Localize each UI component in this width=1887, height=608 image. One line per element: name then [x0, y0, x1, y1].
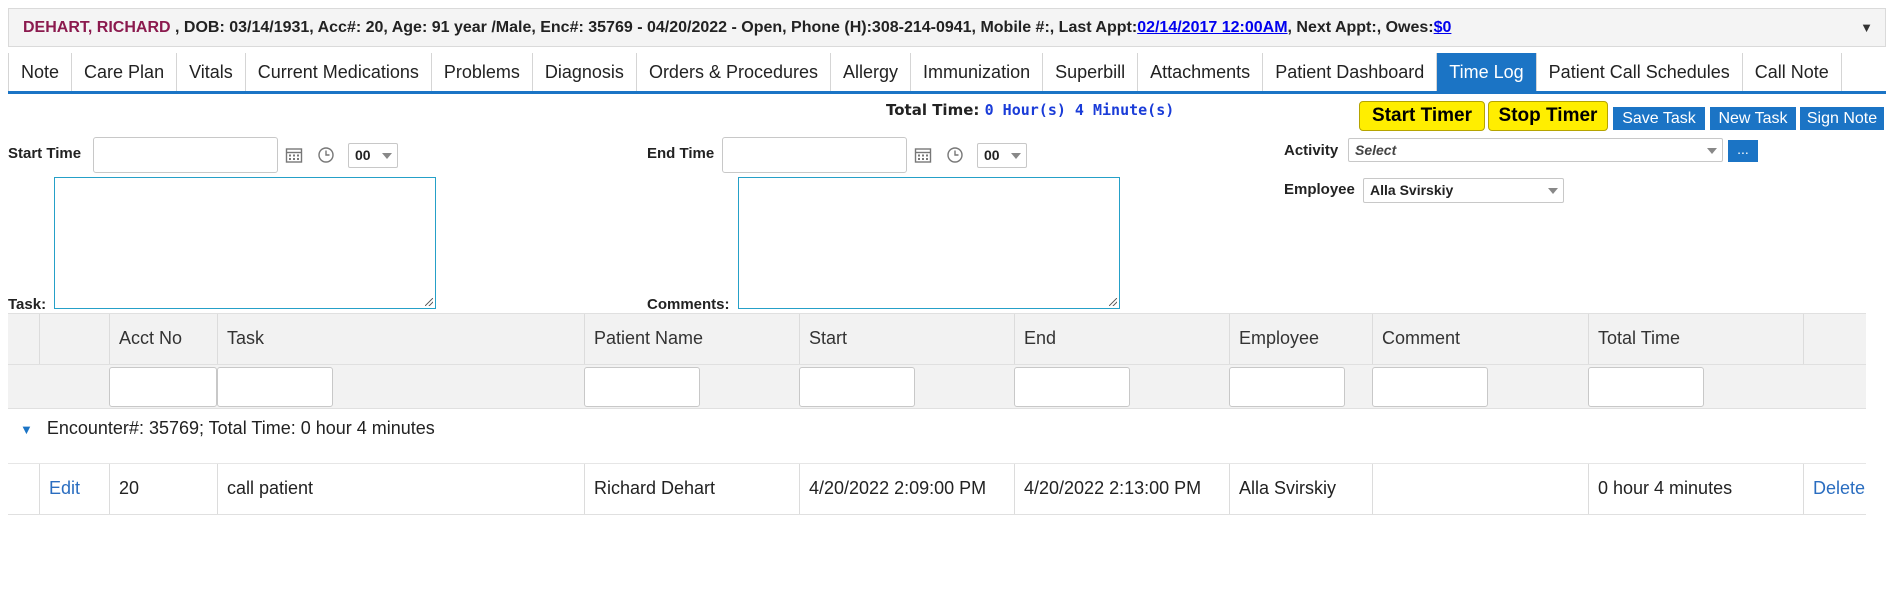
edit-link[interactable]: Edit — [39, 464, 109, 514]
cell-acct-no: 20 — [109, 464, 217, 514]
filter-task-input[interactable] — [217, 367, 333, 407]
start-timer-button[interactable]: Start Timer — [1359, 101, 1485, 131]
chevron-down-icon — [1548, 188, 1558, 194]
save-task-button[interactable]: Save Task — [1613, 107, 1705, 130]
patient-info-bar: DEHART, RICHARD , DOB: 03/14/1931, Acc#:… — [8, 8, 1886, 47]
table-row: Edit 20 call patient Richard Dehart 4/20… — [8, 463, 1866, 515]
patient-name: DEHART, RICHARD — [23, 19, 171, 36]
employee-select[interactable]: Alla Svirskiy — [1363, 178, 1564, 203]
patient-details: , DOB: 03/14/1931, Acc#: 20, Age: 91 yea… — [170, 19, 1138, 36]
cell-comment — [1372, 464, 1588, 514]
filter-comment-input[interactable] — [1372, 367, 1488, 407]
filter-acct-no-input[interactable] — [109, 367, 217, 407]
task-textarea[interactable] — [54, 177, 436, 309]
encounter-group-label: Encounter#: 35769; Total Time: 0 hour 4 … — [46, 418, 435, 438]
tab-call-note[interactable]: Call Note — [1743, 53, 1842, 91]
grid-header-spacer — [8, 314, 39, 364]
chevron-down-icon — [1011, 153, 1021, 159]
start-calendar-icon[interactable] — [285, 146, 303, 164]
end-time-input[interactable] — [722, 137, 907, 173]
edit-link-text[interactable]: Edit — [49, 478, 80, 498]
tab-time-log[interactable]: Time Log — [1437, 53, 1537, 91]
col-employee[interactable]: Employee — [1229, 314, 1372, 364]
sign-note-button[interactable]: Sign Note — [1800, 107, 1884, 130]
tab-bar: Note Care Plan Vitals Current Medication… — [8, 53, 1886, 94]
col-start[interactable]: Start — [799, 314, 1014, 364]
start-minute-value: 00 — [355, 147, 371, 163]
employee-label: Employee — [1284, 181, 1355, 198]
tab-vitals[interactable]: Vitals — [177, 53, 246, 91]
col-comment[interactable]: Comment — [1372, 314, 1588, 364]
chevron-down-icon — [382, 153, 392, 159]
total-time: Total Time: 0 Hour(s) 4 Minute(s) — [886, 101, 1174, 119]
grid-header: Acct No Task Patient Name Start End Empl… — [8, 313, 1866, 365]
tab-diagnosis[interactable]: Diagnosis — [533, 53, 637, 91]
activity-value: Select — [1355, 142, 1397, 158]
employee-value: Alla Svirskiy — [1370, 182, 1454, 198]
tab-current-medications[interactable]: Current Medications — [246, 53, 432, 91]
start-time-input[interactable] — [93, 137, 278, 173]
stop-timer-button[interactable]: Stop Timer — [1488, 101, 1608, 131]
time-log-grid: Acct No Task Patient Name Start End Empl… — [8, 313, 1866, 409]
task-label: Task: — [8, 296, 47, 313]
activity-label: Activity — [1284, 142, 1339, 159]
tab-problems[interactable]: Problems — [432, 53, 533, 91]
tab-allergy[interactable]: Allergy — [831, 53, 912, 91]
encounter-group-header[interactable]: ▼ Encounter#: 35769; Total Time: 0 hour 4… — [8, 418, 435, 439]
tab-care-plan[interactable]: Care Plan — [72, 53, 178, 91]
chevron-down-icon — [1707, 148, 1717, 154]
expand-caret-icon[interactable]: ▼ — [1860, 9, 1873, 47]
grid-filter-row — [8, 365, 1866, 409]
start-clock-icon[interactable] — [317, 146, 335, 164]
owes-link[interactable]: $0 — [1434, 19, 1452, 36]
tab-superbill[interactable]: Superbill — [1043, 53, 1139, 91]
col-total-time[interactable]: Total Time — [1588, 314, 1803, 364]
cell-patient-name: Richard Dehart — [584, 464, 799, 514]
filter-total-time-input[interactable] — [1588, 367, 1704, 407]
tab-attachments[interactable]: Attachments — [1138, 53, 1264, 91]
start-time-label: Start Time — [8, 145, 82, 162]
delete-link-text[interactable]: Delete — [1813, 478, 1865, 498]
filter-end-input[interactable] — [1014, 367, 1130, 407]
tab-note[interactable]: Note — [8, 53, 73, 91]
filter-patient-name-input[interactable] — [584, 367, 700, 407]
new-task-button[interactable]: New Task — [1710, 107, 1796, 130]
tab-immunization[interactable]: Immunization — [911, 53, 1044, 91]
tab-patient-call-schedules[interactable]: Patient Call Schedules — [1537, 53, 1743, 91]
tab-patient-dashboard[interactable]: Patient Dashboard — [1263, 53, 1438, 91]
col-patient-name[interactable]: Patient Name — [584, 314, 799, 364]
grid-header-edit-col — [39, 314, 109, 364]
last-appt-link[interactable]: 02/14/2017 12:00AM — [1137, 19, 1287, 36]
cell-total-time: 0 hour 4 minutes — [1588, 464, 1803, 514]
cell-employee: Alla Svirskiy — [1229, 464, 1372, 514]
cell-end: 4/20/2022 2:13:00 PM — [1014, 464, 1229, 514]
comments-textarea[interactable] — [738, 177, 1120, 309]
end-clock-icon[interactable] — [946, 146, 964, 164]
col-task[interactable]: Task — [217, 314, 584, 364]
delete-link[interactable]: Delete — [1803, 464, 1866, 514]
cell-task: call patient — [217, 464, 584, 514]
cell-start: 4/20/2022 2:09:00 PM — [799, 464, 1014, 514]
filter-start-input[interactable] — [799, 367, 915, 407]
comments-label: Comments: — [647, 296, 730, 313]
end-minute-value: 00 — [984, 147, 1000, 163]
start-minute-select[interactable]: 00 — [348, 143, 398, 168]
activity-select[interactable]: Select — [1348, 138, 1723, 162]
total-time-value: 0 Hour(s) 4 Minute(s) — [984, 101, 1175, 119]
filter-employee-input[interactable] — [1229, 367, 1345, 407]
end-minute-select[interactable]: 00 — [977, 143, 1027, 168]
activity-more-button[interactable]: ... — [1728, 140, 1758, 162]
next-appt-text: , Next Appt:, Owes: — [1287, 19, 1434, 36]
grid-header-delete-col — [1803, 314, 1866, 364]
tab-orders-procedures[interactable]: Orders & Procedures — [637, 53, 832, 91]
collapse-triangle-icon[interactable]: ▼ — [20, 422, 33, 437]
col-acct-no[interactable]: Acct No — [109, 314, 217, 364]
total-time-label: Total Time: — [886, 101, 980, 119]
end-time-label: End Time — [647, 145, 715, 162]
end-calendar-icon[interactable] — [914, 146, 932, 164]
col-end[interactable]: End — [1014, 314, 1229, 364]
